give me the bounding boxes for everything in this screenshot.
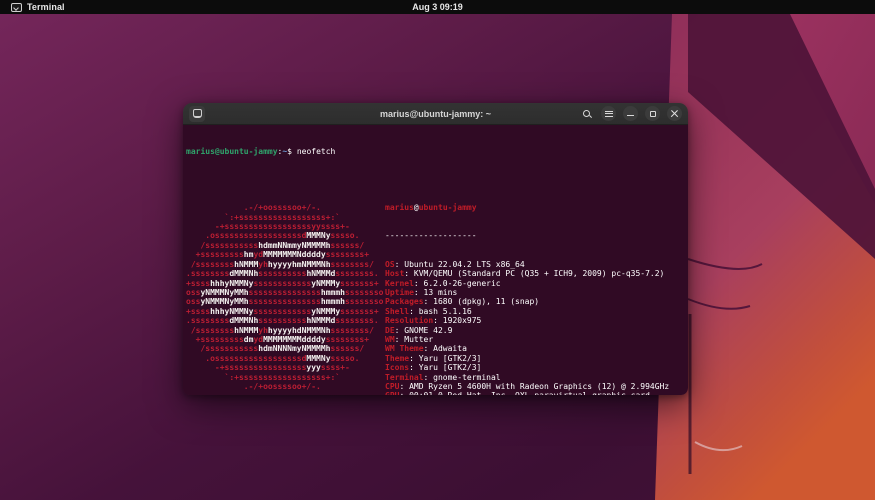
terminal-window: marius@ubuntu-jammy: ~ marius@u [183, 103, 688, 395]
minimize-button[interactable] [623, 106, 638, 121]
maximize-icon [650, 111, 656, 117]
menu-button[interactable] [601, 106, 616, 121]
info-field: Host: KVM/QEMU (Standard PC (Q35 + ICH9,… [385, 269, 685, 278]
headerbar[interactable]: marius@ubuntu-jammy: ~ [183, 103, 688, 125]
prompt-user-host: marius@ubuntu-jammy [186, 147, 278, 156]
info-field: Packages: 1680 (dpkg), 11 (snap) [385, 297, 685, 306]
new-tab-button[interactable] [189, 106, 205, 122]
info-field: Kernel: 6.2.0-26-generic [385, 279, 685, 288]
close-button[interactable] [667, 106, 682, 121]
info-field: Resolution: 1920x975 [385, 316, 685, 325]
neofetch-output: .-/+oossssoo+/-. `:+ssssssssssssssssss+:… [186, 184, 685, 395]
close-icon [670, 109, 679, 118]
command-text: neofetch [297, 147, 336, 156]
search-button[interactable] [579, 106, 594, 121]
minimize-icon [627, 115, 634, 116]
top-panel: Terminal Aug 3 09:19 [0, 0, 875, 14]
info-field: CPU: AMD Ryzen 5 4600H with Radeon Graph… [385, 382, 685, 391]
neofetch-info: marius@ubuntu-jammy ------------------- … [385, 184, 685, 395]
terminal-content[interactable]: marius@ubuntu-jammy:~$ neofetch .-/+ooss… [183, 125, 688, 395]
info-field: Terminal: gnome-terminal [385, 373, 685, 382]
new-tab-icon [193, 109, 202, 118]
hamburger-menu-icon [605, 111, 613, 117]
info-field: GPU: 00:01.0 Red Hat, Inc. QXL paravirtu… [385, 391, 685, 395]
info-field: Uptime: 13 mins [385, 288, 685, 297]
info-field: Theme: Yaru [GTK2/3] [385, 354, 685, 363]
info-field: WM: Mutter [385, 335, 685, 344]
info-field: Shell: bash 5.1.16 [385, 307, 685, 316]
neofetch-ascii-logo: .-/+oossssoo+/-. `:+ssssssssssssssssss+:… [186, 184, 385, 395]
info-field: OS: Ubuntu 22.04.2 LTS x86_64 [385, 260, 685, 269]
info-field: WM Theme: Adwaita [385, 344, 685, 353]
search-icon [583, 110, 590, 117]
clock[interactable]: Aug 3 09:19 [0, 2, 875, 12]
command-line-neofetch: marius@ubuntu-jammy:~$ neofetch [186, 147, 685, 156]
maximize-button[interactable] [645, 106, 660, 121]
info-field: Icons: Yaru [GTK2/3] [385, 363, 685, 372]
info-separator: ------------------- [385, 231, 685, 240]
info-field: DE: GNOME 42.9 [385, 326, 685, 335]
